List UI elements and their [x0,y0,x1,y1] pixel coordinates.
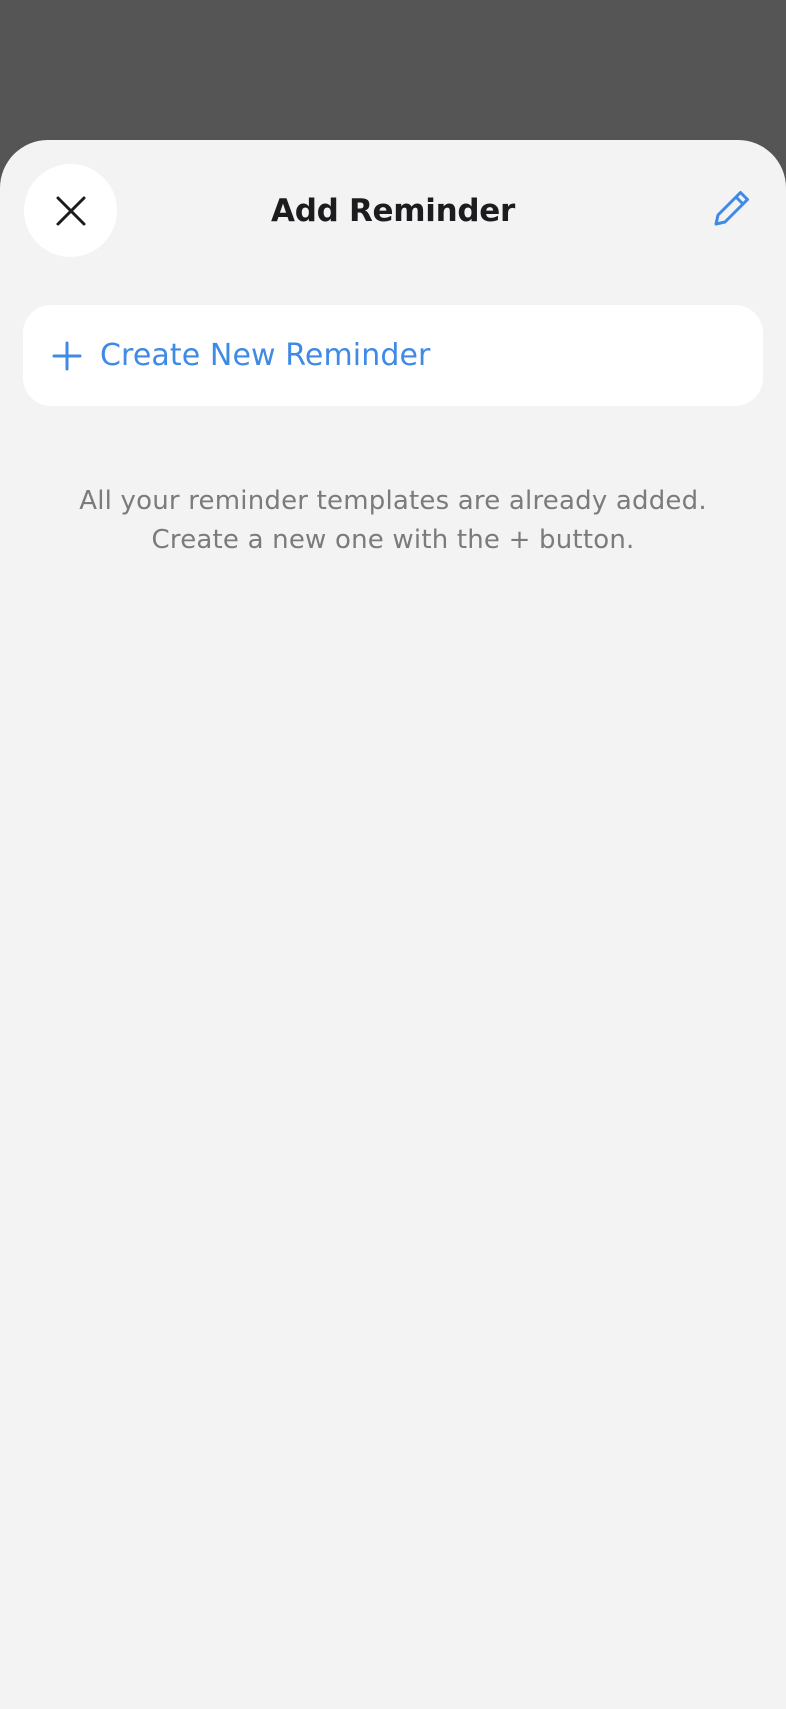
pencil-icon [712,188,752,232]
empty-state-line-2: Create a new one with the + button. [151,525,635,555]
close-button[interactable] [24,164,117,257]
empty-state-line-1: All your reminder templates are already … [79,486,707,516]
page-title: Add Reminder [271,192,515,229]
create-new-reminder-button[interactable]: Create New Reminder [23,305,763,406]
empty-state-message: All your reminder templates are already … [0,482,786,560]
add-reminder-sheet: Add Reminder Create New Reminder All you… [0,140,786,1709]
close-icon [55,195,87,227]
plus-icon [50,339,84,373]
create-new-reminder-label: Create New Reminder [100,338,431,373]
edit-button[interactable] [702,180,762,240]
